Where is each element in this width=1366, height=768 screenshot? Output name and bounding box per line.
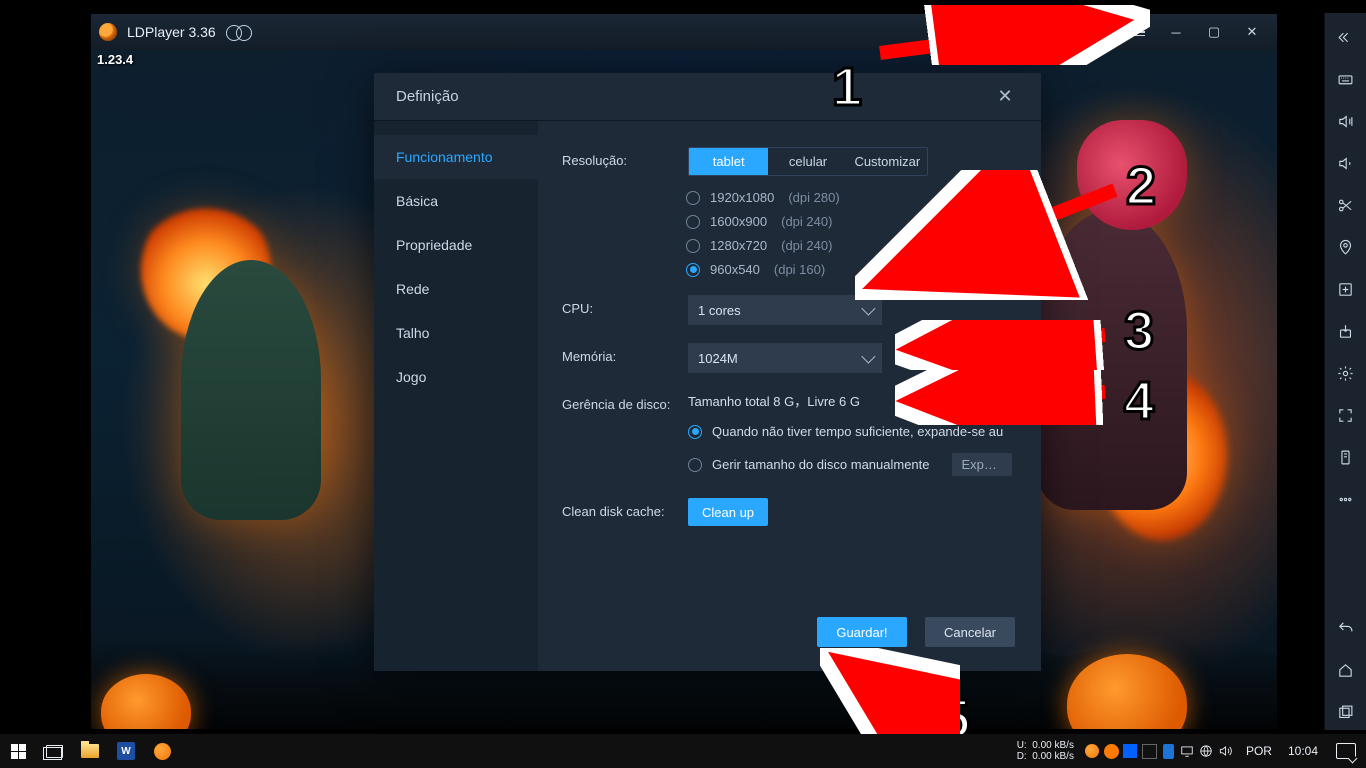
volume-down-icon[interactable] (1325, 145, 1366, 181)
network-icon[interactable] (1198, 743, 1215, 760)
resolution-segment: tablet celular Customizar (688, 147, 928, 176)
game-version-label: 1.23.4 (97, 52, 133, 67)
chevron-down-icon (861, 302, 875, 316)
resolution-option-1600[interactable]: 1600x900 (dpi 240) (686, 214, 928, 229)
titlebar: LDPlayer 3.36 ─ ▢ ✕ (91, 14, 1277, 50)
ldplayer-taskbar-button[interactable] (144, 734, 180, 768)
windows-taskbar: W U: 0.00 kB/s D: 0.00 kB/s POR 10:04 (0, 734, 1366, 768)
disk-label: Gerência de disco: (562, 391, 688, 476)
scissors-icon[interactable] (1325, 187, 1366, 223)
clean-cache-button[interactable]: Clean up (688, 498, 768, 526)
radio-icon (686, 215, 700, 229)
radio-icon (686, 263, 700, 277)
radio-icon (688, 458, 702, 472)
minimize-button[interactable]: ─ (1159, 18, 1193, 46)
tab-funcionamento[interactable]: Funcionamento (374, 135, 538, 179)
dialog-titlebar: Definição ✕ (374, 73, 1041, 121)
radio-icon (688, 425, 702, 439)
tray-icon[interactable] (1179, 743, 1196, 760)
radio-icon (686, 191, 700, 205)
resolution-option-960[interactable]: 960x540 (dpi 160) (686, 262, 928, 277)
segment-customizar[interactable]: Customizar (848, 148, 927, 175)
recent-apps-icon[interactable] (1325, 694, 1366, 730)
dialog-title: Definição (396, 88, 459, 105)
resolution-option-1280[interactable]: 1280x720 (dpi 240) (686, 238, 928, 253)
keyboard-icon[interactable] (1325, 61, 1366, 97)
memory-select[interactable]: 1024M (688, 343, 882, 373)
tray-icon[interactable] (1141, 743, 1158, 760)
volume-icon[interactable] (1217, 743, 1234, 760)
start-button[interactable] (0, 734, 36, 768)
task-view-button[interactable] (36, 734, 72, 768)
install-apk-icon[interactable] (1325, 313, 1366, 349)
disk-option-auto[interactable]: Quando não tiver tempo suficiente, expan… (688, 424, 1023, 439)
back-icon[interactable] (1325, 610, 1366, 646)
tray-icon[interactable] (1084, 743, 1101, 760)
location-icon[interactable] (1325, 229, 1366, 265)
ldplayer-logo-icon (99, 23, 117, 41)
cache-label: Clean disk cache: (562, 498, 688, 526)
language-indicator[interactable]: POR (1238, 744, 1280, 758)
close-button[interactable]: ✕ (1235, 18, 1269, 46)
cpu-label: CPU: (562, 295, 688, 325)
clock[interactable]: 10:04 (1280, 744, 1326, 758)
dialog-sidebar: Funcionamento Básica Propriedade Rede Ta… (374, 121, 538, 671)
settings-icon[interactable] (1325, 355, 1366, 391)
right-toolbar (1324, 13, 1366, 730)
tab-talho[interactable]: Talho (374, 311, 538, 355)
disk-option-manual[interactable]: Gerir tamanho do disco manualmente Expan… (688, 453, 1023, 476)
tab-basica[interactable]: Básica (374, 179, 538, 223)
action-center-button[interactable] (1326, 743, 1366, 759)
settings-dialog: Definição ✕ Funcionamento Básica Proprie… (374, 73, 1041, 671)
collapse-sidebar-icon[interactable] (1325, 19, 1366, 55)
tray-icon[interactable] (1122, 743, 1139, 760)
expand-disk-button[interactable]: Expanção (952, 453, 1012, 476)
bluetooth-icon[interactable] (1160, 743, 1177, 760)
add-instance-icon[interactable] (1325, 271, 1366, 307)
segment-tablet[interactable]: tablet (689, 148, 768, 175)
tab-propriedade[interactable]: Propriedade (374, 223, 538, 267)
dialog-content: Resolução: tablet celular Customizar 192… (538, 121, 1041, 671)
system-tray[interactable] (1080, 743, 1238, 760)
fullscreen-icon[interactable] (1325, 397, 1366, 433)
cancel-button[interactable]: Cancelar (925, 617, 1015, 647)
tray-icon[interactable] (1103, 743, 1120, 760)
volume-up-icon[interactable] (1325, 103, 1366, 139)
save-button[interactable]: Guardar! (817, 617, 907, 647)
remote-icon[interactable] (1325, 439, 1366, 475)
chevron-down-icon (861, 350, 875, 364)
resolution-option-1920[interactable]: 1920x1080 (dpi 280) (686, 190, 928, 205)
home-icon[interactable] (1325, 652, 1366, 688)
app-title: LDPlayer 3.36 (127, 24, 216, 40)
dialog-close-button[interactable]: ✕ (991, 83, 1019, 111)
memory-label: Memória: (562, 343, 688, 373)
tab-jogo[interactable]: Jogo (374, 355, 538, 399)
disk-summary: Tamanho total 8 G，Livre 6 G (688, 391, 1023, 410)
network-rate: U: 0.00 kB/s D: 0.00 kB/s (1011, 740, 1080, 762)
word-button[interactable]: W (108, 734, 144, 768)
background-art (121, 140, 381, 570)
segment-celular[interactable]: celular (768, 148, 847, 175)
maximize-button[interactable]: ▢ (1197, 18, 1231, 46)
menu-button[interactable] (1121, 18, 1155, 46)
resolution-label: Resolução: (562, 147, 688, 277)
tab-rede[interactable]: Rede (374, 267, 538, 311)
radio-icon (686, 239, 700, 253)
file-explorer-button[interactable] (72, 734, 108, 768)
cpu-select[interactable]: 1 cores (688, 295, 882, 325)
more-icon[interactable] (1325, 481, 1366, 517)
gamepad-icon[interactable] (226, 24, 252, 40)
